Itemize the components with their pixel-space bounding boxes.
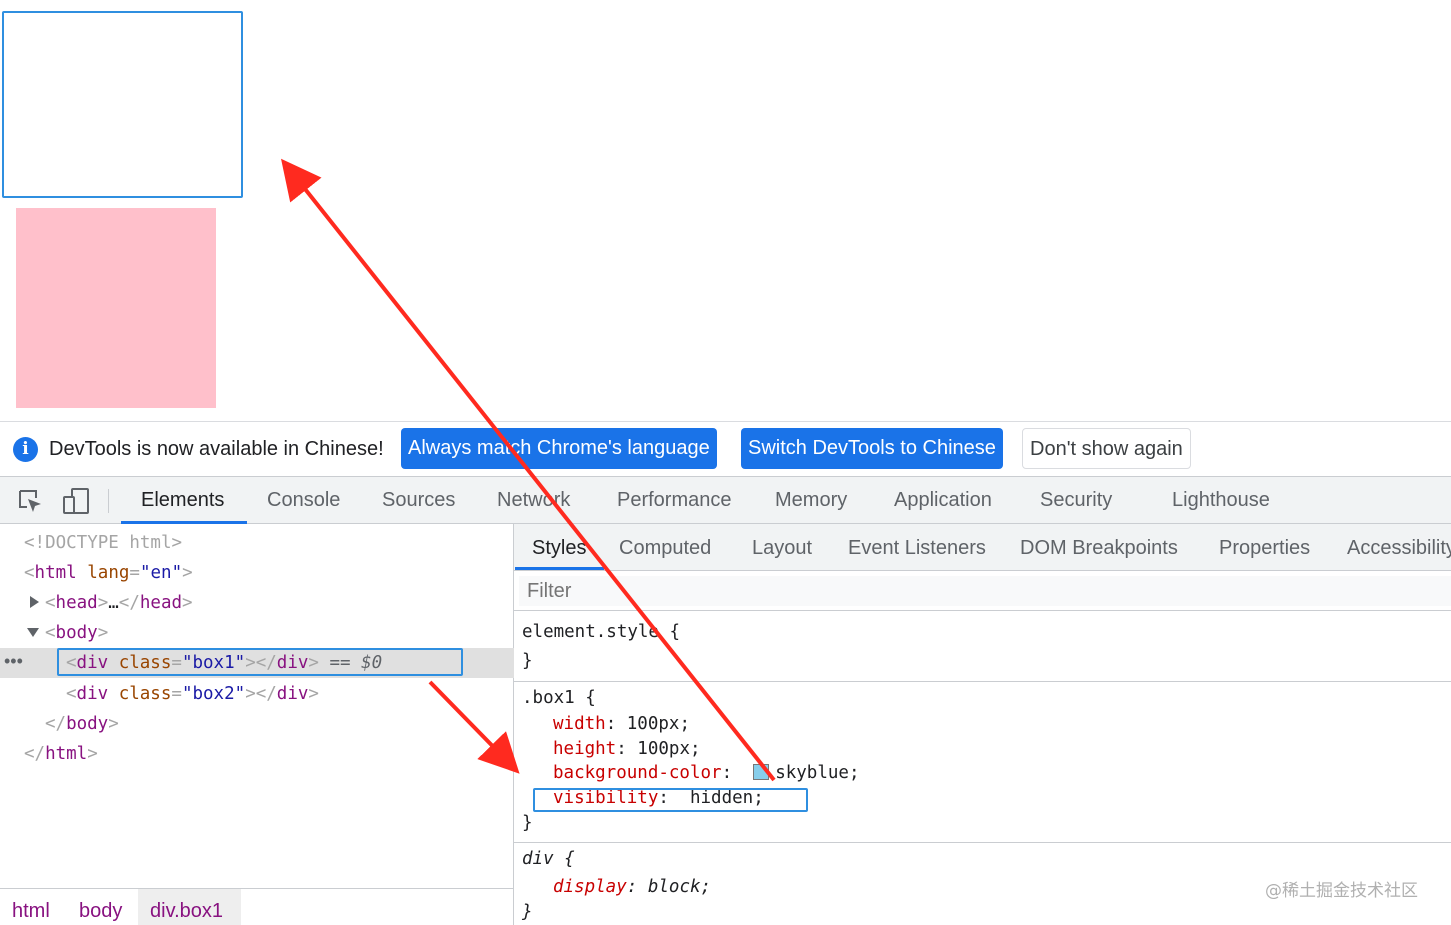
- screenshot-root: i DevTools is now available in Chinese! …: [0, 0, 1451, 925]
- tab-application[interactable]: Application: [894, 477, 992, 524]
- decl-height[interactable]: height: 100px;: [553, 737, 701, 762]
- active-subtab-indicator: [515, 567, 604, 570]
- body-close-node[interactable]: </body>: [45, 709, 119, 739]
- subtab-styles[interactable]: Styles: [532, 524, 586, 570]
- expand-head-triangle[interactable]: [30, 596, 39, 608]
- html-tag-name: html: [34, 563, 77, 583]
- box2-class-value: box2: [192, 684, 235, 704]
- lang-attr-value: en: [150, 563, 172, 583]
- rule-element-style: element.style { }: [514, 612, 1451, 682]
- body-close-tag-name: body: [66, 714, 109, 734]
- decl-width[interactable]: width: 100px;: [553, 712, 690, 737]
- element-style-header[interactable]: element.style {: [522, 620, 680, 645]
- selected-node-annotation-box: [57, 648, 463, 676]
- head-collapsed-ellipsis: …: [108, 593, 119, 613]
- subtab-properties[interactable]: Properties: [1219, 524, 1310, 570]
- tab-network[interactable]: Network: [497, 477, 570, 524]
- value-height: 100px: [637, 739, 690, 759]
- styles-filter-row: [514, 571, 1451, 611]
- node-actions-ellipsis[interactable]: •••: [4, 648, 23, 678]
- color-swatch-icon[interactable]: [753, 764, 770, 780]
- body-open-node[interactable]: <body>: [45, 618, 108, 648]
- tab-sources[interactable]: Sources: [382, 477, 455, 524]
- info-icon: i: [13, 437, 38, 462]
- html-close-tag-name: html: [45, 744, 88, 764]
- breadcrumb-div-box1[interactable]: div.box1: [150, 889, 223, 925]
- devtools-main-toolbar: Elements Console Sources Network Perform…: [0, 476, 1451, 524]
- visibility-annotation-box: [533, 788, 808, 812]
- dont-show-again-button[interactable]: Don't show again: [1022, 428, 1191, 469]
- html-close-node[interactable]: </html>: [24, 739, 98, 769]
- div-selector-line[interactable]: div {: [522, 847, 575, 872]
- box1-close: }: [522, 813, 533, 833]
- body-tag-name: body: [55, 623, 98, 643]
- doctype-node[interactable]: <!DOCTYPE html>: [24, 528, 182, 558]
- elements-dom-tree: <!DOCTYPE html> <html lang="en"> <head>……: [0, 524, 514, 888]
- always-match-language-button[interactable]: Always match Chrome's language: [401, 428, 717, 469]
- decl-background-color[interactable]: background-color: skyblue;: [553, 761, 860, 786]
- styles-filter-input[interactable]: [519, 576, 1451, 606]
- div-selector: div: [522, 849, 554, 869]
- styles-pane: Styles Computed Layout Event Listeners D…: [514, 524, 1451, 925]
- subtab-accessibility[interactable]: Accessibility: [1347, 524, 1451, 570]
- div-rule-close: }: [522, 902, 533, 922]
- tab-lighthouse[interactable]: Lighthouse: [1172, 477, 1270, 524]
- subtab-event-listeners[interactable]: Event Listeners: [848, 524, 986, 570]
- div-box2-node[interactable]: <div class="box2"></div>: [66, 679, 319, 709]
- value-display: block: [647, 877, 701, 897]
- box2-close-tag-name: div: [276, 684, 309, 704]
- head-tag-name: head: [55, 593, 98, 613]
- tab-console[interactable]: Console: [267, 477, 340, 524]
- head-close-tag-name: head: [139, 593, 183, 613]
- rule-box1: .box1 { width: 100px; height: 100px; bac…: [514, 682, 1451, 843]
- subtab-computed[interactable]: Computed: [619, 524, 711, 570]
- box2-class-attr: class: [118, 684, 172, 704]
- sidebar-tabs: Styles Computed Layout Event Listeners D…: [514, 524, 1451, 571]
- tab-security[interactable]: Security: [1040, 477, 1112, 524]
- head-node[interactable]: <head>…</head>: [45, 588, 193, 618]
- collapse-body-triangle[interactable]: [27, 628, 39, 637]
- prop-background-color: background-color: [553, 763, 722, 783]
- subtab-dom-breakpoints[interactable]: DOM Breakpoints: [1020, 524, 1178, 570]
- element-style-close: }: [522, 651, 533, 671]
- language-infobar: i DevTools is now available in Chinese! …: [0, 421, 1451, 476]
- html-open-node[interactable]: <html lang="en">: [24, 558, 193, 588]
- element-style-selector: element.style: [522, 622, 659, 642]
- box1-selector: .box1: [522, 688, 575, 708]
- toolbar-separator: [108, 489, 109, 513]
- box2-element: [16, 208, 216, 408]
- value-width: 100px: [626, 714, 680, 734]
- box1-selector-line[interactable]: .box1 {: [522, 686, 596, 711]
- prop-height: height: [553, 739, 617, 759]
- prop-width: width: [553, 714, 606, 734]
- inspect-element-icon[interactable]: [16, 487, 44, 515]
- box1-inspect-highlight: [2, 11, 243, 198]
- lang-attr-name: lang: [87, 563, 130, 583]
- tab-memory[interactable]: Memory: [775, 477, 847, 524]
- page-preview: [0, 0, 1451, 421]
- switch-devtools-chinese-button[interactable]: Switch DevTools to Chinese: [741, 428, 1003, 469]
- value-background-color: skyblue: [775, 763, 849, 783]
- decl-display[interactable]: display: block;: [553, 875, 711, 900]
- breadcrumb-html[interactable]: html: [12, 889, 50, 925]
- dom-breadcrumbs: html body div.box1: [0, 888, 514, 925]
- prop-display: display: [553, 877, 627, 897]
- tab-performance[interactable]: Performance: [617, 477, 732, 524]
- box2-tag-name: div: [76, 684, 109, 704]
- infobar-message: DevTools is now available in Chinese!: [49, 438, 384, 460]
- breadcrumb-body[interactable]: body: [79, 889, 122, 925]
- watermark: @稀土掘金技术社区: [1265, 881, 1418, 901]
- doctype-text: <!DOCTYPE html>: [24, 533, 183, 553]
- device-toolbar-icon[interactable]: [62, 487, 90, 515]
- tab-elements[interactable]: Elements: [141, 477, 224, 524]
- subtab-layout[interactable]: Layout: [752, 524, 812, 570]
